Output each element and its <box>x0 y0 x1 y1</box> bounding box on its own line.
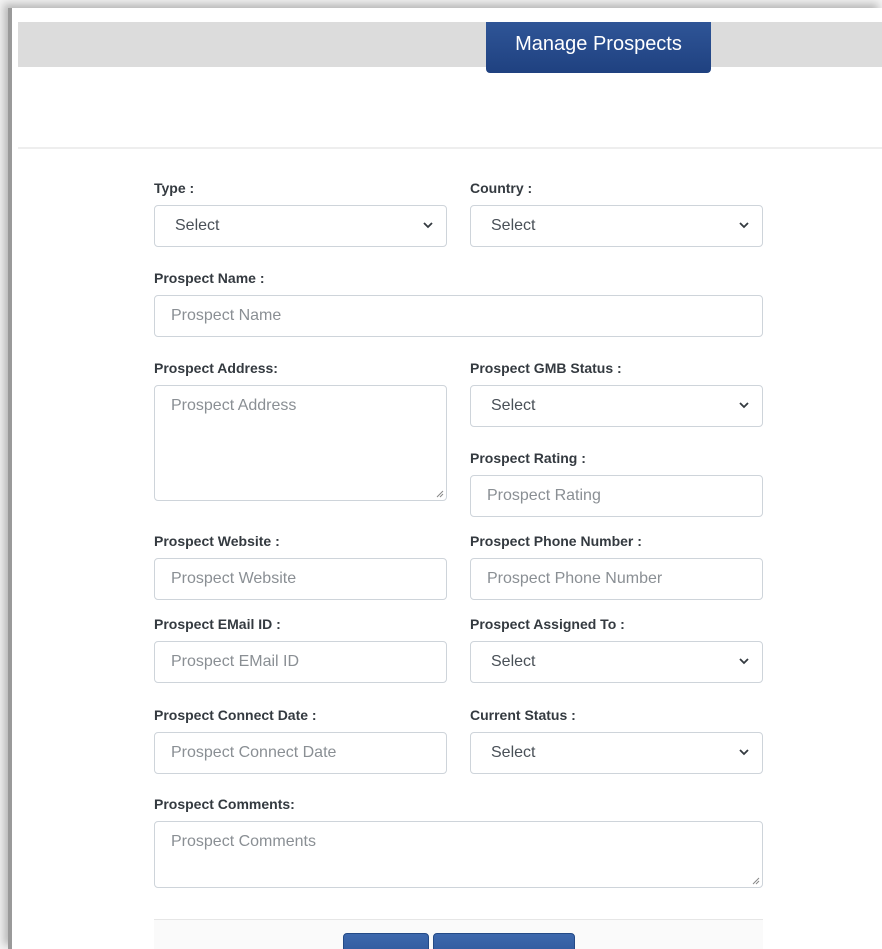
chevron-down-icon <box>739 749 749 756</box>
assigned-to-select[interactable]: Select <box>470 641 763 683</box>
type-select[interactable]: Select <box>154 205 447 247</box>
connect-date-label: Prospect Connect Date : <box>154 707 317 723</box>
prospect-email-label: Prospect EMail ID : <box>154 616 281 632</box>
prospect-phone-label: Prospect Phone Number : <box>470 533 642 549</box>
comments-textarea[interactable]: Prospect Comments <box>154 821 763 888</box>
type-select-value: Select <box>175 217 220 234</box>
footer-button-secondary[interactable] <box>433 933 575 949</box>
current-status-select[interactable]: Select <box>470 732 763 774</box>
prospect-rating-placeholder: Prospect Rating <box>487 487 601 504</box>
gmb-status-label: Prospect GMB Status : <box>470 360 622 376</box>
prospect-website-input[interactable]: Prospect Website <box>154 558 447 600</box>
chevron-down-icon <box>423 222 433 229</box>
prospect-website-placeholder: Prospect Website <box>171 570 297 587</box>
current-status-label: Current Status : <box>470 707 576 723</box>
chevron-down-icon <box>739 222 749 229</box>
connect-date-placeholder: Prospect Connect Date <box>171 744 337 761</box>
resize-grip-icon[interactable] <box>434 488 444 498</box>
prospect-website-label: Prospect Website : <box>154 533 280 549</box>
prospect-address-placeholder: Prospect Address <box>171 397 297 414</box>
comments-label: Prospect Comments: <box>154 796 295 812</box>
prospect-address-label: Prospect Address: <box>154 360 278 376</box>
app-window: Manage Prospects Type : Select Country :… <box>8 8 882 949</box>
connect-date-input[interactable]: Prospect Connect Date <box>154 732 447 774</box>
prospect-phone-placeholder: Prospect Phone Number <box>487 570 663 587</box>
footer-button-primary[interactable] <box>343 933 429 949</box>
country-label: Country : <box>470 180 533 196</box>
comments-placeholder: Prospect Comments <box>171 833 316 850</box>
prospect-email-placeholder: Prospect EMail ID <box>171 653 300 670</box>
gmb-status-select-value: Select <box>491 397 536 414</box>
prospect-email-input[interactable]: Prospect EMail ID <box>154 641 447 683</box>
type-label: Type : <box>154 180 195 196</box>
chevron-down-icon <box>739 402 749 409</box>
prospect-rating-input[interactable]: Prospect Rating <box>470 475 763 517</box>
chevron-down-icon <box>739 658 749 665</box>
country-select[interactable]: Select <box>470 205 763 247</box>
assigned-to-label: Prospect Assigned To : <box>470 616 625 632</box>
country-select-value: Select <box>491 217 536 234</box>
resize-grip-icon[interactable] <box>750 875 760 885</box>
prospect-address-textarea[interactable]: Prospect Address <box>154 385 447 501</box>
prospect-form: Type : Select Country : Select Prospect … <box>8 8 882 949</box>
current-status-select-value: Select <box>491 744 536 761</box>
prospect-phone-input[interactable]: Prospect Phone Number <box>470 558 763 600</box>
prospect-name-input[interactable]: Prospect Name <box>154 295 763 337</box>
prospect-rating-label: Prospect Rating : <box>470 450 586 466</box>
gmb-status-select[interactable]: Select <box>470 385 763 427</box>
prospect-name-label: Prospect Name : <box>154 270 265 286</box>
prospect-name-placeholder: Prospect Name <box>171 307 282 324</box>
assigned-to-select-value: Select <box>491 653 536 670</box>
